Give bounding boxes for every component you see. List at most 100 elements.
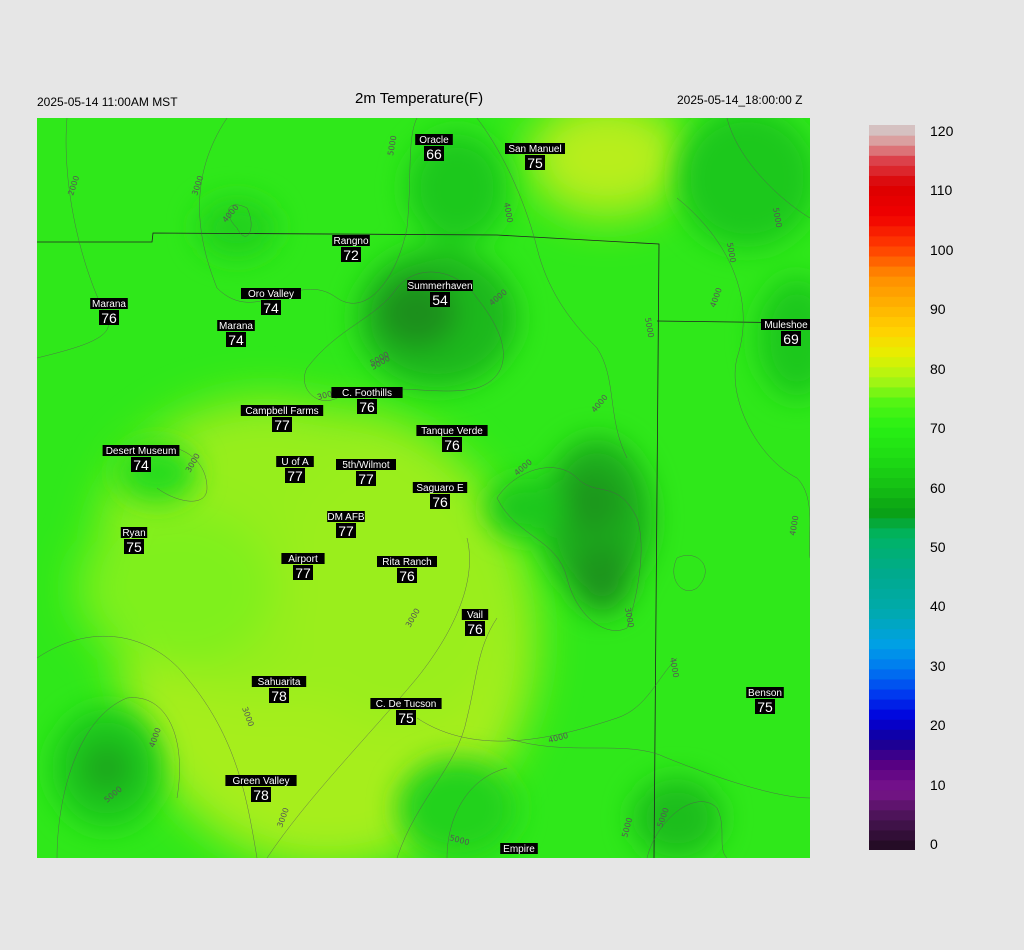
- colorbar-band: [869, 155, 915, 166]
- station-temp: 76: [359, 399, 375, 415]
- colorbar-band: [869, 145, 915, 156]
- colorbar-tick-label: 20: [930, 717, 946, 734]
- station-name: Marana: [92, 299, 126, 310]
- colorbar-band: [869, 406, 915, 418]
- colorbar-tick-label: 90: [930, 301, 946, 318]
- colorbar-band: [869, 437, 915, 448]
- station-temp: 76: [432, 494, 448, 510]
- station-temp: 75: [527, 155, 543, 171]
- colorbar-tick-label: 30: [930, 657, 946, 674]
- colorbar-tick-label: 70: [930, 420, 946, 437]
- station-temp: 72: [343, 247, 359, 263]
- station-name: Oracle: [419, 135, 449, 146]
- colorbar-band: [869, 125, 915, 136]
- colorbar-band: [869, 306, 915, 317]
- station-temp: 54: [432, 292, 448, 308]
- station-temp: 74: [133, 457, 149, 473]
- colorbar-band: [869, 205, 915, 217]
- colorbar-band: [869, 769, 915, 781]
- station-temp: 66: [426, 146, 442, 162]
- station-name: C. Foothills: [342, 388, 392, 399]
- station-temp: 76: [467, 621, 483, 637]
- station-temp: 78: [253, 787, 269, 803]
- station-name: Muleshoe R: [764, 320, 810, 331]
- temperature-map: 2000 3000 4000 5000 4000 4000 5000 5000 …: [37, 118, 810, 858]
- station-temp: 77: [274, 417, 290, 433]
- colorbar-band: [869, 557, 915, 569]
- colorbar-band: [869, 809, 915, 821]
- colorbar-band: [869, 658, 915, 670]
- station-name: Summerhaven: [407, 281, 472, 292]
- colorbar-band: [869, 799, 915, 811]
- colorbar-band: [869, 235, 915, 247]
- colorbar-band: [869, 276, 915, 287]
- station-name: Vail: [467, 610, 483, 621]
- colorbar-band: [869, 779, 915, 791]
- colorbar-band: [869, 356, 915, 368]
- colorbar-band: [869, 568, 915, 579]
- colorbar-band: [869, 316, 915, 327]
- colorbar-band: [869, 477, 915, 489]
- station-name: Campbell Farms: [245, 406, 318, 417]
- colorbar-band: [869, 608, 915, 620]
- station-temp: 74: [263, 300, 279, 316]
- station-marker: Vail76: [461, 609, 489, 637]
- colorbar-band: [869, 286, 915, 297]
- colorbar-tick-label: 110: [930, 182, 953, 199]
- valid-time-local: 2025-05-14 11:00AM MST: [37, 95, 178, 109]
- colorbar-band: [869, 578, 915, 589]
- colorbar-band: [869, 829, 915, 841]
- colorbar-band: [869, 326, 915, 338]
- station-temp: 69: [783, 331, 799, 347]
- station-temp: 77: [295, 565, 311, 581]
- station-name: Benson: [748, 688, 782, 699]
- colorbar-band: [869, 839, 915, 850]
- colorbar-band: [869, 386, 915, 398]
- colorbar-band: [869, 729, 915, 740]
- colorbar-band: [869, 507, 915, 519]
- colorbar-band: [869, 739, 915, 750]
- station-name: 5th/Wilmot: [342, 460, 389, 471]
- station-temp: 77: [287, 468, 303, 484]
- temperature-colorbar: [869, 125, 915, 850]
- station-temp: 78: [271, 688, 287, 704]
- station-temp: 76: [444, 437, 460, 453]
- colorbar-band: [869, 487, 915, 499]
- colorbar-band: [869, 719, 915, 730]
- colorbar-band: [869, 185, 915, 197]
- colorbar-band: [869, 709, 915, 720]
- station-temp: 76: [399, 568, 415, 584]
- colorbar-band: [869, 265, 915, 277]
- colorbar-tick-label: 120: [930, 123, 954, 139]
- colorbar-band: [869, 376, 915, 388]
- colorbar-band: [869, 698, 915, 710]
- station-name: Rangno: [333, 236, 368, 247]
- colorbar-band: [869, 749, 915, 760]
- station-temp: 77: [358, 471, 374, 487]
- colorbar-band: [869, 195, 915, 207]
- station-temp: 75: [757, 699, 773, 715]
- station-name: C. De Tucson: [376, 699, 437, 710]
- colorbar-tick-label: 60: [930, 479, 946, 496]
- colorbar-band: [869, 517, 915, 529]
- colorbar-tick-label: 40: [930, 598, 946, 615]
- colorbar-band: [869, 336, 915, 348]
- colorbar-band: [869, 688, 915, 700]
- colorbar-band: [869, 366, 915, 378]
- colorbar-band: [869, 467, 915, 479]
- colorbar-band: [869, 588, 915, 599]
- colorbar-tick-label: 50: [930, 538, 946, 555]
- station-name: Rita Ranch: [382, 557, 431, 568]
- colorbar-band: [869, 789, 915, 801]
- station-name: Oro Valley: [248, 289, 294, 300]
- colorbar-band: [869, 245, 915, 257]
- station-name: U of A: [281, 457, 309, 468]
- colorbar-band: [869, 175, 915, 187]
- colorbar-tick-label: 10: [930, 776, 946, 793]
- station-temp: 77: [338, 523, 354, 539]
- colorbar-band: [869, 255, 915, 267]
- colorbar-band: [869, 215, 915, 227]
- colorbar-band: [869, 457, 915, 468]
- colorbar-band: [869, 527, 915, 539]
- colorbar-band: [869, 447, 915, 458]
